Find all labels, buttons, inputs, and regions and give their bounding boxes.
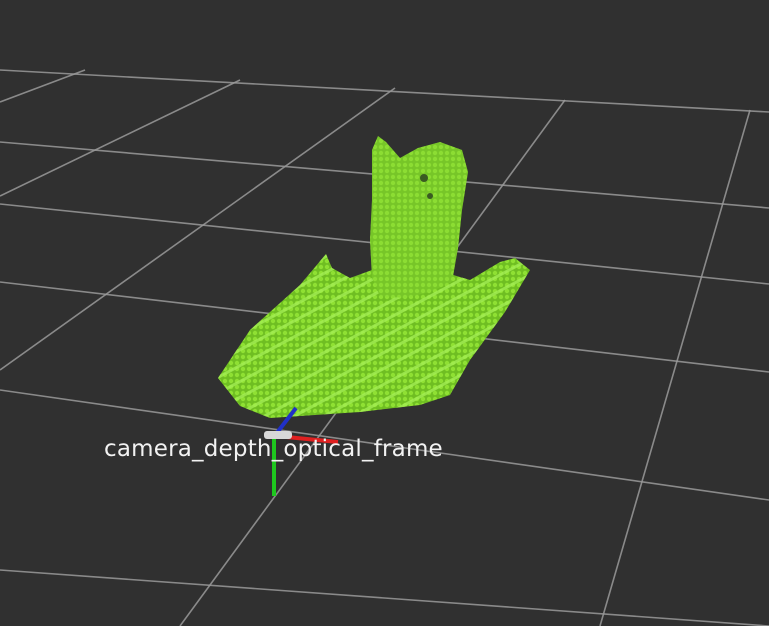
3d-viewport[interactable]: camera_depth_optical_frame [0,0,769,626]
tf-frame-label: camera_depth_optical_frame [104,436,443,462]
scene-canvas [0,69,769,626]
point-cloud [218,136,530,418]
